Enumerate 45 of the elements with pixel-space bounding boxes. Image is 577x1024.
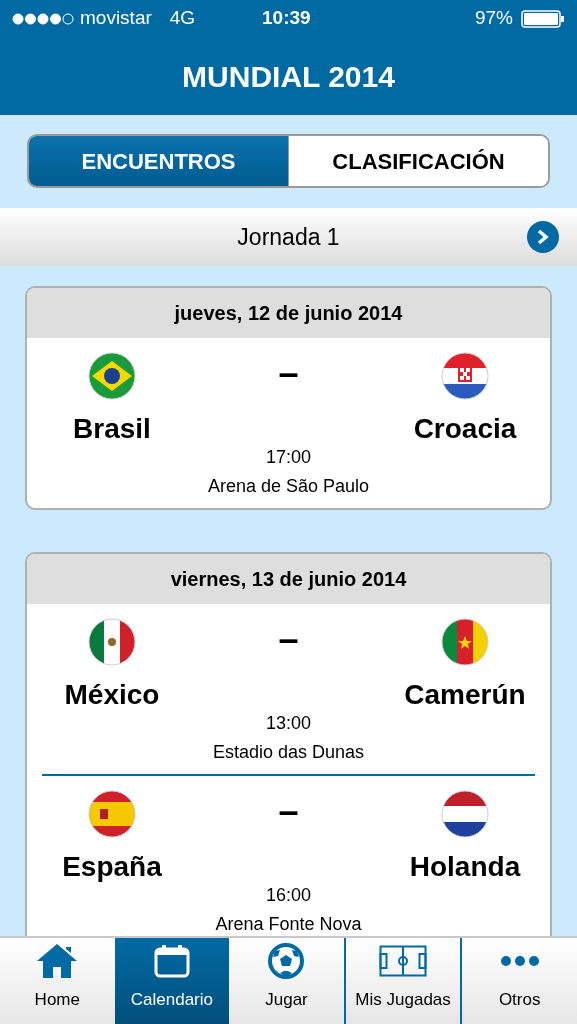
- battery-icon: [521, 9, 565, 28]
- tab-bar-item[interactable]: Mis Jugadas: [343, 938, 461, 1024]
- next-round-button[interactable]: [527, 221, 559, 253]
- network-type: 4G: [169, 6, 196, 31]
- score-separator: –: [278, 617, 299, 661]
- score-separator: –: [278, 789, 299, 833]
- status-time: 10:39: [262, 6, 311, 31]
- match-date: viernes, 13 de junio 2014: [170, 567, 407, 592]
- tab-bar-item[interactable]: Otros: [460, 938, 577, 1024]
- team-name: Croacia: [413, 412, 517, 446]
- app-title: MUNDIAL 2014: [182, 58, 395, 95]
- calendar-icon: [153, 943, 190, 978]
- match-time: 17:00: [265, 446, 311, 469]
- segment-tab[interactable]: CLASIFICACIÓN: [288, 136, 548, 186]
- round-label: Jornada 1: [237, 222, 340, 252]
- stadium-name: Arena de São Paulo: [207, 475, 370, 498]
- home-icon: [36, 942, 79, 979]
- flag-icon: [441, 618, 489, 666]
- team-name: Camerún: [404, 678, 526, 712]
- carrier-name: movistar: [80, 6, 152, 31]
- flag-icon: [88, 618, 136, 666]
- match-time: 13:00: [265, 712, 311, 735]
- flag-icon: [441, 352, 489, 400]
- team-name: España: [62, 850, 162, 884]
- flag-icon: [441, 790, 489, 838]
- battery-percent: 97%: [474, 6, 513, 31]
- match-time: 16:00: [265, 884, 311, 907]
- flag-icon: [88, 790, 136, 838]
- signal-icon: [12, 12, 74, 25]
- tab-bar-item[interactable]: Jugar: [229, 938, 344, 1024]
- soccer-ball-icon: [267, 941, 306, 980]
- soccer-field-icon: [379, 944, 428, 977]
- stadium-name: Estadio das Dunas: [212, 741, 365, 764]
- score-separator: –: [278, 351, 299, 395]
- tab-bar-item[interactable]: Home: [0, 938, 115, 1024]
- match-date: jueves, 12 de junio 2014: [174, 301, 403, 326]
- chevron-right-icon: [536, 229, 550, 245]
- flag-icon: [88, 352, 136, 400]
- team-name: Holanda: [409, 850, 521, 884]
- segment-tab[interactable]: ENCUENTROS: [29, 136, 288, 186]
- team-name: México: [64, 678, 160, 712]
- tab-bar-item[interactable]: Calendario: [114, 938, 230, 1024]
- stadium-name: Arena Fonte Nova: [215, 913, 362, 936]
- more-icon: [499, 954, 540, 967]
- team-name: Brasil: [73, 412, 151, 446]
